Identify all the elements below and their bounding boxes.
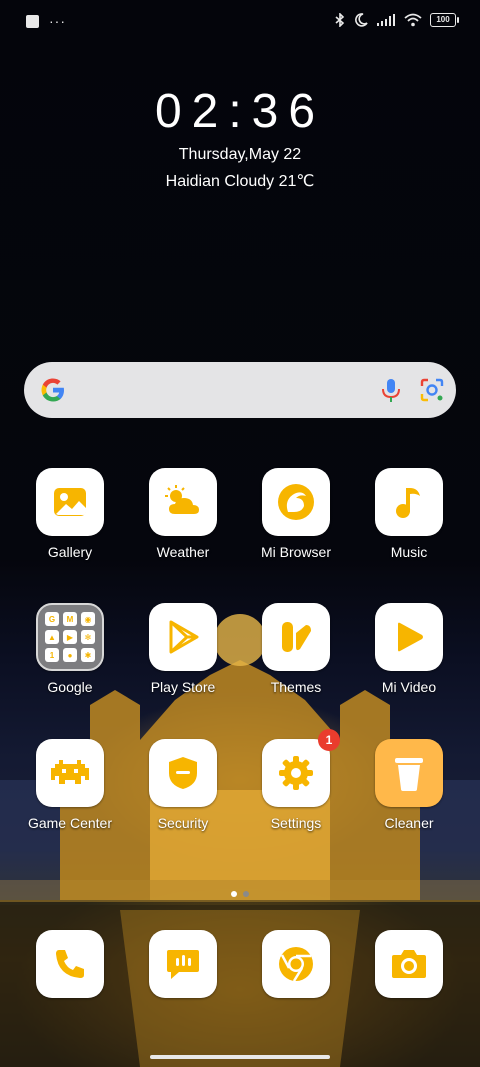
messages-icon (149, 930, 217, 998)
files-mini-icon: ✱ (81, 648, 95, 662)
app-label: Mi Browser (260, 544, 331, 560)
one-mini-icon: 1 (45, 648, 59, 662)
photos-mini-icon: ✻ (81, 630, 95, 644)
meet-mini-icon: ▶ (63, 630, 77, 644)
app-music[interactable]: Music (354, 468, 464, 560)
clock-time[interactable]: 02:36 (0, 84, 480, 139)
bluetooth-icon (335, 13, 345, 27)
more-notifications-icon: ··· (49, 13, 66, 29)
trash-bin-icon (375, 739, 443, 807)
microphone-icon[interactable] (378, 377, 404, 403)
app-label: Game Center (27, 815, 113, 831)
google-search-bar[interactable] (24, 362, 456, 418)
page-indicator (0, 891, 480, 897)
google-mini-icon: G (45, 612, 59, 626)
page-dot (243, 891, 249, 897)
themes-icon (262, 603, 330, 671)
maps-mini-icon: ◉ (81, 612, 95, 626)
app-game-center[interactable]: Game Center (15, 739, 125, 831)
status-bar: ··· 100 (0, 0, 480, 44)
home-gesture-bar[interactable] (150, 1055, 330, 1059)
app-cleaner[interactable]: Cleaner (354, 739, 464, 831)
google-g-icon (41, 378, 64, 402)
gallery-icon (36, 468, 104, 536)
app-security[interactable]: Security (128, 739, 238, 831)
gmail-mini-icon: M (63, 612, 77, 626)
app-settings[interactable]: 1 Settings (241, 729, 351, 831)
notification-badge: 1 (318, 729, 340, 751)
app-label: Weather (156, 544, 210, 560)
mi-video-play-icon (375, 603, 443, 671)
dock-chrome[interactable] (241, 930, 351, 998)
dock-camera[interactable] (354, 930, 464, 998)
app-label: Music (390, 544, 428, 560)
wifi-icon (404, 13, 422, 27)
app-label: Mi Video (381, 679, 437, 695)
app-label: Play Store (150, 679, 216, 695)
space-invader-icon (36, 739, 104, 807)
camera-icon (375, 930, 443, 998)
app-label: Gallery (47, 544, 93, 560)
phone-icon (36, 930, 104, 998)
play-store-icon (149, 603, 217, 671)
app-label: Settings (270, 815, 322, 831)
app-weather[interactable]: Weather (128, 468, 238, 560)
drive-mini-icon: ▲ (45, 630, 59, 644)
app-mi-video[interactable]: Mi Video (354, 603, 464, 695)
date-text[interactable]: Thursday,May 22 (0, 146, 480, 164)
app-label: Security (157, 815, 209, 831)
signal-icon (377, 14, 395, 26)
mi-browser-icon (262, 468, 330, 536)
dock-phone[interactable] (15, 930, 125, 998)
app-mi-browser[interactable]: Mi Browser (241, 468, 351, 560)
gear-icon: 1 (262, 729, 340, 807)
app-gallery[interactable]: Gallery (15, 468, 125, 560)
battery-level: 100 (436, 15, 450, 24)
app-label: Google (47, 679, 93, 695)
page-dot-active (231, 891, 237, 897)
google-lens-icon[interactable] (419, 377, 445, 403)
battery-icon: 100 (430, 13, 459, 27)
music-note-icon (375, 468, 443, 536)
google-folder-icon: G M ◉ ▲ ▶ ✻ 1 ● ✱ (36, 603, 104, 671)
folder-google[interactable]: G M ◉ ▲ ▶ ✻ 1 ● ✱ Google (15, 603, 125, 695)
shield-icon (149, 739, 217, 807)
app-themes[interactable]: Themes (241, 603, 351, 695)
chrome-icon (262, 930, 330, 998)
dock-messages[interactable] (128, 930, 238, 998)
notification-square-icon (26, 15, 39, 28)
assistant-mini-icon: ● (63, 648, 77, 662)
app-label: Themes (270, 679, 322, 695)
weather-text[interactable]: Haidian Cloudy 21℃ (0, 171, 480, 191)
app-label: Cleaner (384, 815, 434, 831)
do-not-disturb-moon-icon (355, 13, 368, 27)
weather-icon (149, 468, 217, 536)
app-play-store[interactable]: Play Store (128, 603, 238, 695)
